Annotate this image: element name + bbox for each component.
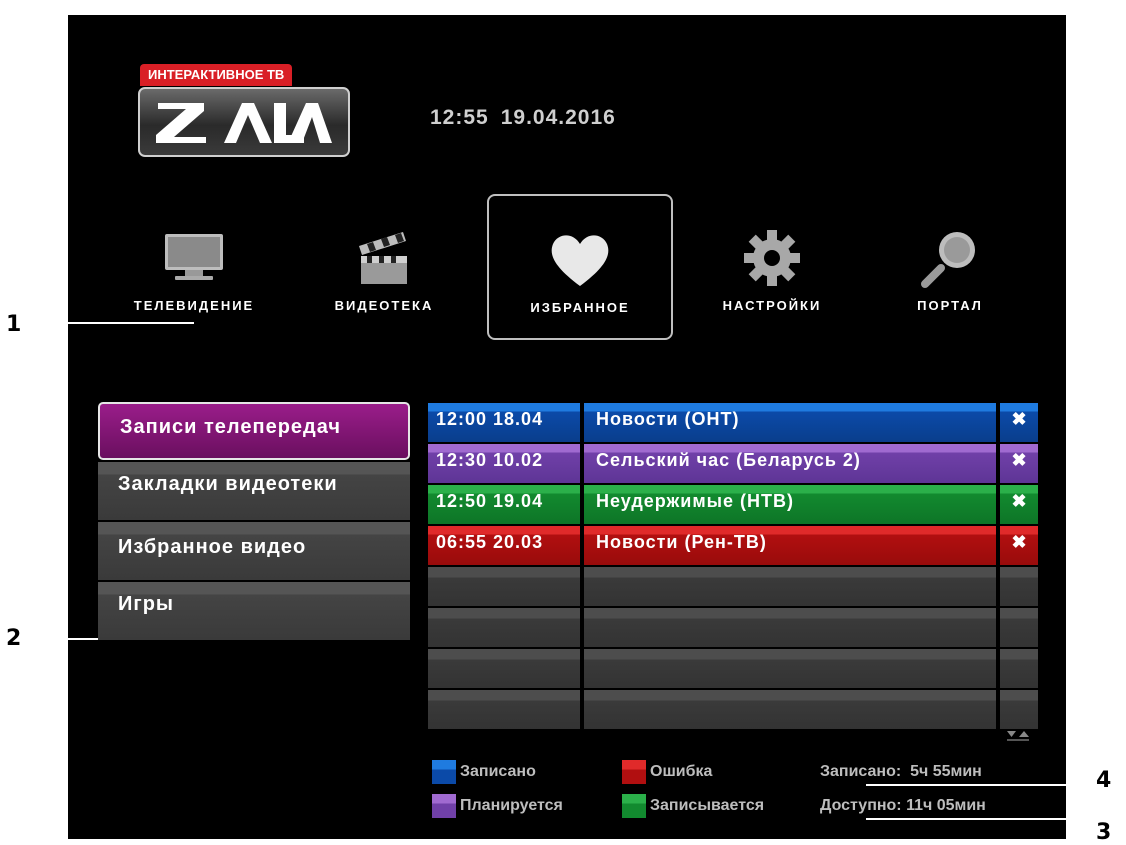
logo-badge: ИНТЕРАКТИВНОЕ ТВ xyxy=(140,64,293,86)
callout-line-4 xyxy=(866,784,1086,786)
legend-swatch-recorded xyxy=(432,760,456,784)
nav-label-favorites: ИЗБРАННОЕ xyxy=(530,300,630,315)
table-row[interactable]: 12:30 10.02 Сельский час (Беларусь 2) ✖ xyxy=(428,444,1038,483)
table-row-empty xyxy=(428,608,1038,647)
recording-time: 12:50 19.04 xyxy=(428,485,580,524)
legend-label: Планируется xyxy=(460,797,563,815)
legend-label: Записывается xyxy=(650,797,765,815)
callout-2: 2 xyxy=(6,626,22,651)
recording-title: Новости (ОНТ) xyxy=(584,403,996,442)
recording-title: Сельский час (Беларусь 2) xyxy=(584,444,996,483)
nav-label-portal: ПОРТАЛ xyxy=(917,298,983,313)
callout-line-3 xyxy=(866,818,1086,820)
empty-cell xyxy=(428,649,580,688)
current-time: 12:55 xyxy=(430,106,489,129)
tv-icon xyxy=(165,234,223,280)
empty-cell xyxy=(1000,649,1038,688)
nav-favorites[interactable]: ИЗБРАННОЕ xyxy=(487,194,673,340)
legend-swatch-recording xyxy=(622,794,646,818)
empty-cell xyxy=(1000,690,1038,729)
table-row[interactable]: 12:00 18.04 Новости (ОНТ) ✖ xyxy=(428,403,1038,442)
nav-settings[interactable]: НАСТРОЙКИ xyxy=(684,194,860,340)
empty-cell xyxy=(428,690,580,729)
legend-label: Записано xyxy=(460,763,536,781)
empty-cell xyxy=(428,608,580,647)
empty-cell xyxy=(584,649,996,688)
submenu-tv-recordings[interactable]: Записи телепередач xyxy=(98,402,410,460)
recordings-table: 12:00 18.04 Новости (ОНТ) ✖ 12:30 10.02 … xyxy=(428,403,1038,731)
zala-logo xyxy=(138,87,350,157)
recording-time: 06:55 20.03 xyxy=(428,526,580,565)
table-row-empty xyxy=(428,567,1038,606)
legend-swatch-error xyxy=(622,760,646,784)
delete-icon[interactable]: ✖ xyxy=(1000,485,1038,524)
delete-icon[interactable]: ✖ xyxy=(1000,444,1038,483)
stats-available: Доступно: 11ч 05мин xyxy=(820,797,986,814)
scroll-arrows-icon[interactable] xyxy=(1007,731,1029,743)
table-row-empty xyxy=(428,690,1038,729)
nav-videoteka[interactable]: ВИДЕОТЕКА xyxy=(296,194,472,340)
table-row[interactable]: 06:55 20.03 Новости (Рен-ТВ) ✖ xyxy=(428,526,1038,565)
legend-recorded: Записано xyxy=(432,760,536,784)
table-row[interactable]: 12:50 19.04 Неудержимые (НТВ) ✖ xyxy=(428,485,1038,524)
legend-planned: Планируется xyxy=(432,794,563,818)
empty-cell xyxy=(428,567,580,606)
magnifier-icon xyxy=(921,232,975,288)
nav-label-settings: НАСТРОЙКИ xyxy=(722,298,822,313)
empty-cell xyxy=(1000,567,1038,606)
recording-time: 12:30 10.02 xyxy=(428,444,580,483)
current-datetime: 12:55 19.04.2016 xyxy=(430,106,628,130)
heart-icon xyxy=(551,235,609,286)
legend-error: Ошибка xyxy=(622,760,712,784)
callout-4: 4 xyxy=(1096,768,1112,793)
clapperboard-icon xyxy=(359,232,407,284)
nav-label-videoteka: ВИДЕОТЕКА xyxy=(334,298,434,313)
favorites-submenu: Записи телепередач Закладки видеотеки Из… xyxy=(98,402,410,642)
empty-cell xyxy=(584,690,996,729)
legend-recording: Записывается xyxy=(622,794,764,818)
callout-1: 1 xyxy=(6,312,22,337)
empty-cell xyxy=(1000,608,1038,647)
nav-tv[interactable]: ТЕЛЕВИДЕНИЕ xyxy=(106,194,282,340)
recording-title: Неудержимые (НТВ) xyxy=(584,485,996,524)
recording-time: 12:00 18.04 xyxy=(428,403,580,442)
nav-portal[interactable]: ПОРТАЛ xyxy=(862,194,1038,340)
empty-cell xyxy=(584,608,996,647)
current-date: 19.04.2016 xyxy=(500,106,616,129)
delete-icon[interactable]: ✖ xyxy=(1000,403,1038,442)
table-row-empty xyxy=(428,649,1038,688)
delete-icon[interactable]: ✖ xyxy=(1000,526,1038,565)
submenu-games[interactable]: Игры xyxy=(98,582,410,640)
gear-icon xyxy=(744,230,800,286)
zala-logo-mark xyxy=(156,103,332,143)
empty-cell xyxy=(584,567,996,606)
legend-swatch-planned xyxy=(432,794,456,818)
nav-label-tv: ТЕЛЕВИДЕНИЕ xyxy=(133,298,255,313)
submenu-favorite-video[interactable]: Избранное видео xyxy=(98,522,410,580)
recording-title: Новости (Рен-ТВ) xyxy=(584,526,996,565)
callout-3: 3 xyxy=(1096,820,1112,845)
legend-label: Ошибка xyxy=(650,763,713,781)
submenu-videoteka-bookmarks[interactable]: Закладки видеотеки xyxy=(98,462,410,520)
stats-recorded: Записано: 5ч 55мин xyxy=(820,763,982,780)
